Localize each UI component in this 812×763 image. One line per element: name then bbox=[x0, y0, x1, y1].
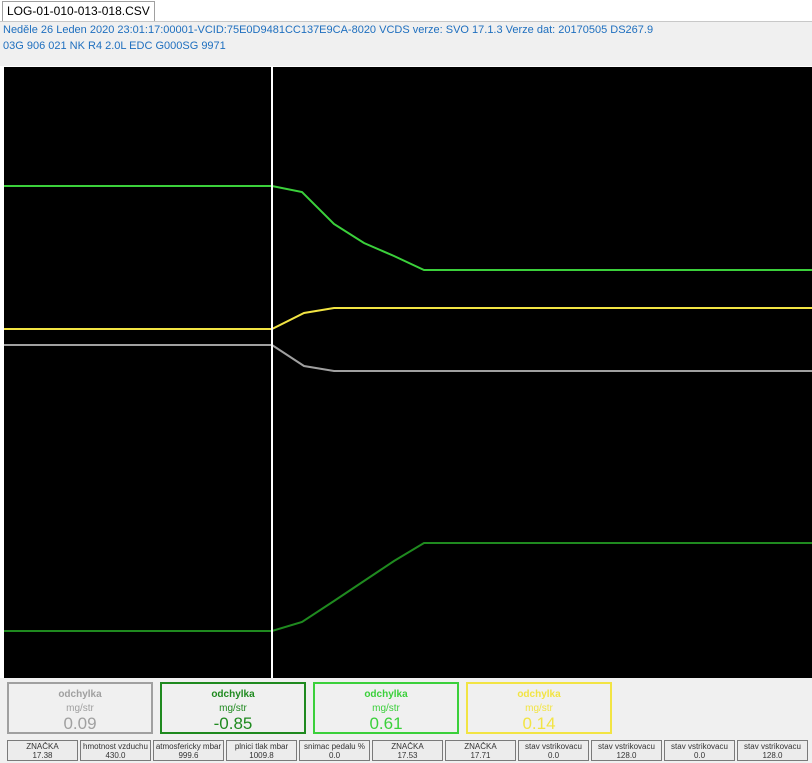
gauge-value: 0.61 bbox=[369, 714, 403, 733]
gauge-value: 0.09 bbox=[63, 714, 97, 733]
channel-name: hmotnost vzduchu bbox=[83, 742, 148, 751]
gauge-label: odchylka bbox=[211, 689, 255, 700]
channel-value: 128.0 bbox=[762, 751, 783, 760]
gauge-yellow: odchylka mg/str 0.14 bbox=[466, 682, 612, 734]
gauge-value: -0.85 bbox=[213, 714, 253, 733]
channel-value: 17.71 bbox=[470, 751, 491, 760]
channel-cell[interactable]: stav vstrikovacu 128.0 bbox=[737, 740, 808, 761]
channel-value: 17.53 bbox=[397, 751, 418, 760]
graph-svg bbox=[4, 67, 812, 678]
bottom-panel: odchylka mg/str 0.09 odchylka mg/str -0.… bbox=[0, 678, 812, 763]
gauge-label: odchylka bbox=[58, 689, 102, 700]
channel-value: 0.0 bbox=[693, 751, 706, 760]
channel-cell[interactable]: atmosfericky mbar 999.6 bbox=[153, 740, 224, 761]
trace-darkgreen bbox=[4, 542, 812, 632]
gauge-gray: odchylka mg/str 0.09 bbox=[7, 682, 153, 734]
channel-name: ZNAČKA bbox=[26, 742, 59, 751]
channel-cell[interactable]: stav vstrikovacu 0.0 bbox=[664, 740, 735, 761]
trace-gray bbox=[4, 344, 812, 372]
channel-value: 17.38 bbox=[32, 751, 53, 760]
channel-cell[interactable]: snimac pedalu % 0.0 bbox=[299, 740, 370, 761]
channel-cell[interactable]: ZNAČKA 17.71 bbox=[445, 740, 516, 761]
channel-value: 999.6 bbox=[178, 751, 199, 760]
channel-name: ZNAČKA bbox=[464, 742, 497, 751]
gauge-darkgreen: odchylka mg/str -0.85 bbox=[160, 682, 306, 734]
trace-yellow bbox=[4, 307, 812, 330]
gauge-label: odchylka bbox=[364, 689, 408, 700]
channel-cell[interactable]: ZNAČKA 17.38 bbox=[7, 740, 78, 761]
channel-value: 430.0 bbox=[105, 751, 126, 760]
gauge-value: 0.14 bbox=[522, 714, 556, 733]
tab-strip: LOG-01-010-013-018.CSV bbox=[0, 0, 812, 22]
gauge-unit: mg/str bbox=[219, 703, 247, 714]
gauge-label: odchylka bbox=[517, 689, 561, 700]
channel-name: snimac pedalu % bbox=[304, 742, 365, 751]
header-session-info: Neděle 26 Leden 2020 23:01:17:00001-VCID… bbox=[3, 24, 654, 36]
channel-name: stav vstrikovacu bbox=[671, 742, 728, 751]
channel-name: ZNAČKA bbox=[391, 742, 424, 751]
gauge-unit: mg/str bbox=[66, 703, 94, 714]
gauge-green: odchylka mg/str 0.61 bbox=[313, 682, 459, 734]
gauge-unit: mg/str bbox=[372, 703, 400, 714]
channel-name: plnici tlak mbar bbox=[234, 742, 289, 751]
channel-value: 1009.8 bbox=[249, 751, 274, 760]
tab-log-file[interactable]: LOG-01-010-013-018.CSV bbox=[2, 1, 155, 21]
trace-green bbox=[4, 185, 812, 271]
channel-cell[interactable]: stav vstrikovacu 128.0 bbox=[591, 740, 662, 761]
channel-cell[interactable]: stav vstrikovacu 0.0 bbox=[518, 740, 589, 761]
channel-value: 128.0 bbox=[616, 751, 637, 760]
graph-area[interactable] bbox=[4, 67, 812, 678]
channel-value: 0.0 bbox=[328, 751, 341, 760]
channel-cell[interactable]: plnici tlak mbar 1009.8 bbox=[226, 740, 297, 761]
channel-value: 0.0 bbox=[547, 751, 560, 760]
channel-name: stav vstrikovacu bbox=[525, 742, 582, 751]
channel-cell[interactable]: ZNAČKA 17.53 bbox=[372, 740, 443, 761]
channel-cell[interactable]: hmotnost vzduchu 430.0 bbox=[80, 740, 151, 761]
gauge-unit: mg/str bbox=[525, 703, 553, 714]
log-header: Neděle 26 Leden 2020 23:01:17:00001-VCID… bbox=[0, 22, 812, 66]
channel-name: stav vstrikovacu bbox=[744, 742, 801, 751]
channel-name: atmosfericky mbar bbox=[155, 742, 222, 751]
header-ecu-info: 03G 906 021 NK R4 2.0L EDC G000SG 9971 bbox=[3, 40, 226, 52]
channel-name: stav vstrikovacu bbox=[598, 742, 655, 751]
